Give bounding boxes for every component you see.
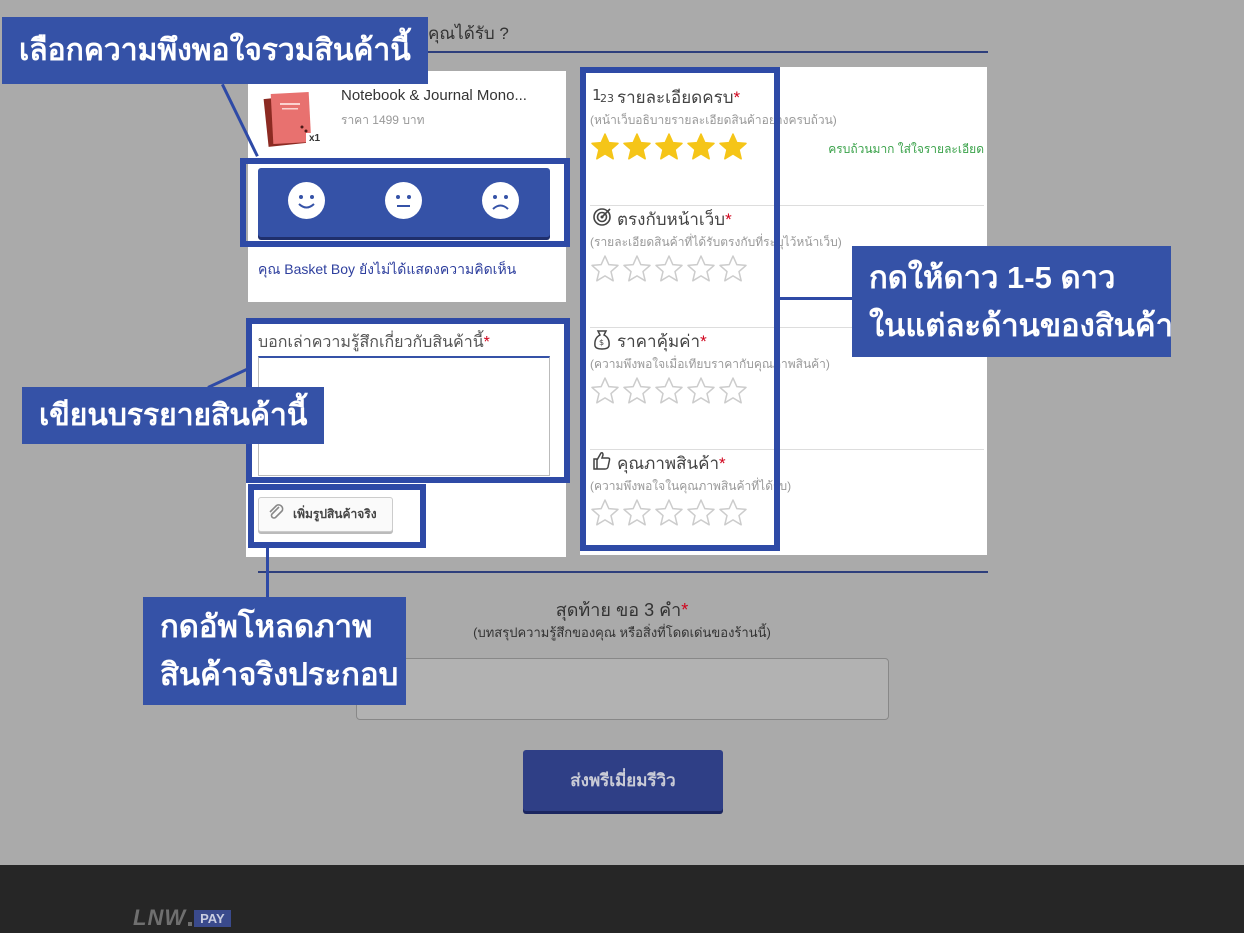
annotation-satisfaction: เลือกความพึงพอใจรวมสินค้านี้ xyxy=(2,17,428,84)
question-text: คุณได้รับ ? xyxy=(428,24,509,43)
upload-highlight-frame xyxy=(248,484,426,548)
annotation-describe: เขียนบรรยายสินค้านี้ xyxy=(22,387,324,444)
stars-highlight-frame xyxy=(580,67,780,551)
annotation-connector xyxy=(207,367,249,389)
submit-review-button[interactable]: ส่งพรีเมี่ยมรีวิว xyxy=(523,750,723,811)
product-price: ราคา 1499 บาท xyxy=(341,113,425,127)
logo-dot xyxy=(188,922,193,926)
lnwpay-logo[interactable]: LNW PAY xyxy=(133,905,231,931)
logo-main-text: LNW xyxy=(133,905,187,930)
final-words-input[interactable] xyxy=(356,658,889,720)
annotation-upload: กดอัพโหลดภาพ สินค้าจริงประกอบ xyxy=(143,597,406,705)
annotation-connector xyxy=(266,545,269,599)
annotation-stars: กดให้ดาว 1-5 ดาว ในแต่ละด้านของสินค้า xyxy=(852,246,1173,357)
logo-pay-text: PAY xyxy=(194,909,231,927)
no-comment-text: คุณ Basket Boy ยังไม่ได้แสดงความคิดเห็น xyxy=(258,261,517,277)
product-name[interactable]: Notebook & Journal Mono... xyxy=(341,87,527,104)
rating-feedback: ครบถ้วนมาก ใส่ใจรายละเอียด xyxy=(828,142,984,156)
annotation-connector xyxy=(776,297,854,300)
satisfaction-highlight-frame xyxy=(240,158,570,247)
footer: LNW PAY xyxy=(0,865,1244,933)
quantity-badge: x1 xyxy=(306,133,324,144)
